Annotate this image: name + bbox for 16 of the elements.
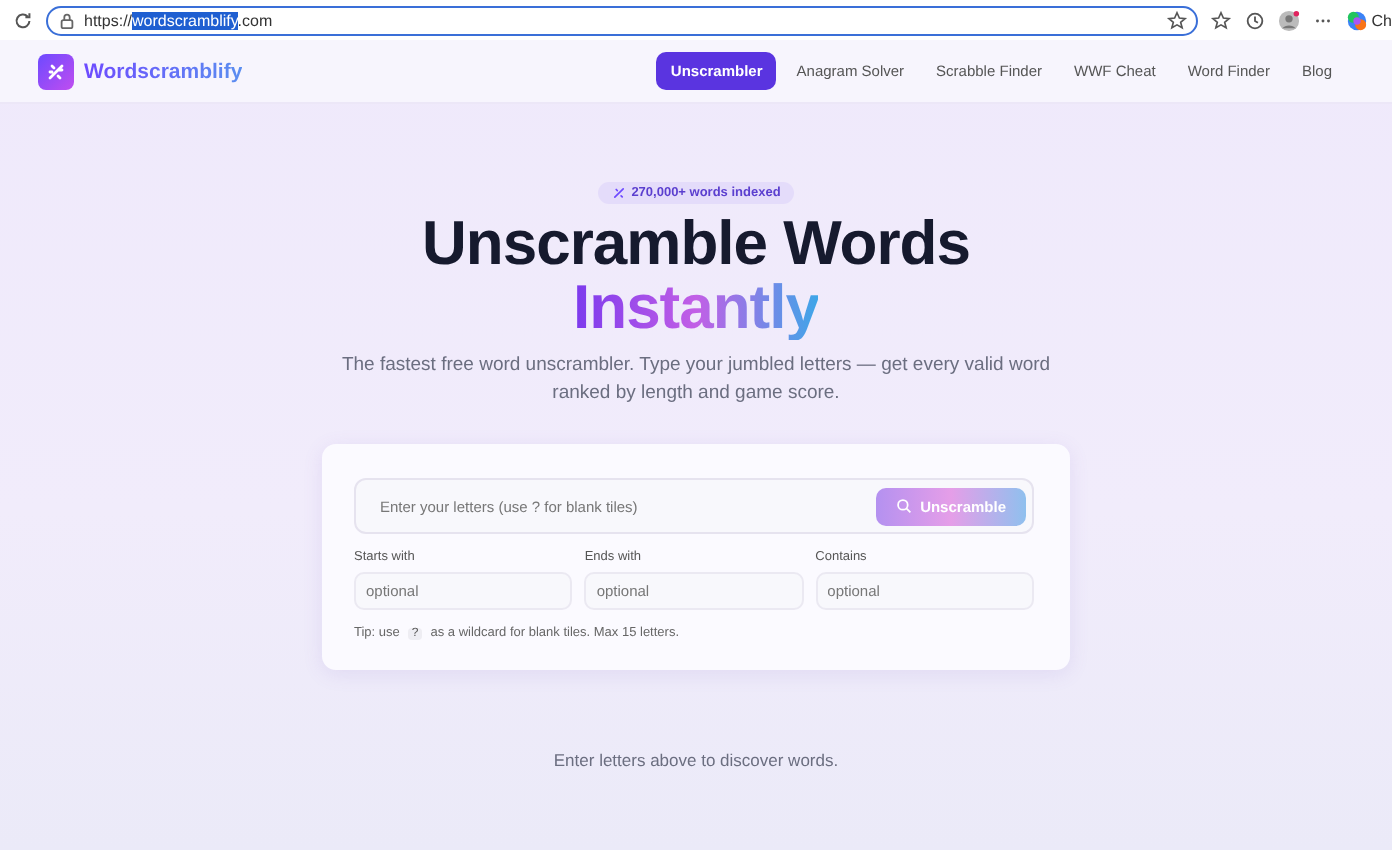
logo-icon[interactable] bbox=[38, 53, 74, 89]
favorites-icon[interactable] bbox=[1209, 9, 1232, 31]
copilot-button[interactable]: Ch bbox=[1345, 9, 1392, 31]
search-icon bbox=[896, 498, 913, 514]
star-icon[interactable] bbox=[1165, 9, 1188, 31]
copilot-icon bbox=[1345, 9, 1368, 31]
address-bar[interactable]: https://wordscramblify.com bbox=[46, 5, 1198, 35]
history-icon[interactable] bbox=[1243, 9, 1266, 31]
hero-title: Unscramble Words bbox=[422, 212, 970, 276]
reload-icon[interactable] bbox=[12, 9, 34, 31]
empty-state-text: Enter letters above to discover words. bbox=[553, 750, 839, 770]
lock-icon bbox=[58, 11, 76, 29]
url-text: https://wordscramblify.com bbox=[84, 11, 275, 29]
profile-icon[interactable] bbox=[1277, 9, 1300, 31]
hero-subtitle: The fastest free word unscrambler. Type your jumbled letters — get every valid word ranked by length and game score. bbox=[339, 352, 1053, 408]
brand-name[interactable]: Wordscramblify bbox=[84, 59, 243, 83]
